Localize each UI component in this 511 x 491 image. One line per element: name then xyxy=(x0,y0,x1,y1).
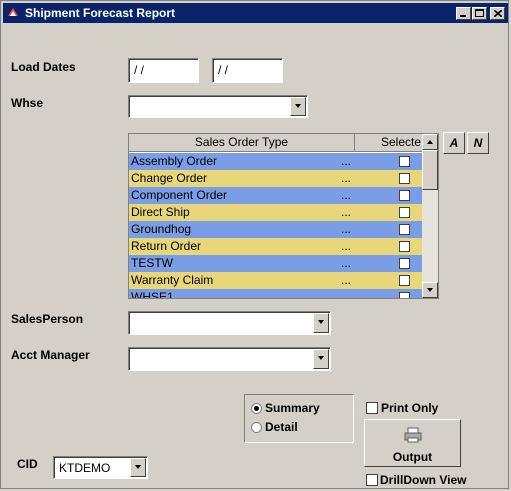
row-more-button[interactable]: ... xyxy=(341,272,351,289)
cid-dropdown-button[interactable] xyxy=(130,458,146,477)
table-row[interactable]: Direct Ship... xyxy=(129,204,422,221)
row-selected-checkbox[interactable] xyxy=(399,156,410,167)
row-selected-checkbox[interactable] xyxy=(399,241,410,252)
output-button[interactable]: Output xyxy=(364,419,461,467)
summary-label[interactable]: Summary xyxy=(265,401,320,415)
sales-order-type-grid[interactable]: Sales Order Type Selecte Assembly Order.… xyxy=(128,133,439,299)
load-dates-label: Load Dates xyxy=(11,60,76,74)
row-more-button[interactable]: ... xyxy=(341,221,351,238)
row-more-button[interactable]: ... xyxy=(341,187,351,204)
window-title: Shipment Forecast Report xyxy=(25,6,176,20)
row-more-button[interactable]: ... xyxy=(341,255,351,272)
sales-order-type-cell: WHSE1 xyxy=(131,290,174,299)
table-row[interactable]: TESTW... xyxy=(129,255,422,272)
row-more-button[interactable]: ... xyxy=(341,153,351,170)
drilldown-checkbox[interactable] xyxy=(366,474,378,486)
row-selected-checkbox[interactable] xyxy=(399,173,410,184)
table-row[interactable]: Change Order... xyxy=(129,170,422,187)
drilldown-label[interactable]: DrillDown View xyxy=(380,473,466,487)
summary-radio[interactable] xyxy=(251,403,262,414)
acct-manager-label: Acct Manager xyxy=(11,348,90,362)
sales-order-type-cell: Direct Ship xyxy=(131,205,190,219)
row-more-button[interactable]: ... xyxy=(341,204,351,221)
table-row[interactable]: Assembly Order... xyxy=(129,153,422,170)
whse-select[interactable] xyxy=(128,95,308,118)
maximize-button[interactable] xyxy=(472,7,487,20)
output-button-label: Output xyxy=(392,450,433,464)
row-selected-checkbox[interactable] xyxy=(399,275,410,286)
salesperson-label: SalesPerson xyxy=(11,312,84,326)
load-date-from-value: / / xyxy=(134,63,145,77)
select-none-button[interactable]: N xyxy=(467,132,489,154)
table-row[interactable]: Component Order... xyxy=(129,187,422,204)
app-icon xyxy=(7,6,19,18)
scroll-down-button[interactable] xyxy=(422,282,438,298)
detail-radio[interactable] xyxy=(251,422,262,433)
table-row[interactable]: Warranty Claim... xyxy=(129,272,422,289)
table-row[interactable]: Groundhog... xyxy=(129,221,422,238)
row-selected-checkbox[interactable] xyxy=(399,292,410,298)
column-header-sales-order-type[interactable]: Sales Order Type xyxy=(129,134,355,151)
load-date-to-field[interactable]: / / xyxy=(212,58,283,83)
salesperson-dropdown-button[interactable] xyxy=(313,313,329,333)
sales-order-type-cell: Groundhog xyxy=(131,222,192,236)
acct-manager-dropdown-button[interactable] xyxy=(313,349,329,369)
row-selected-checkbox[interactable] xyxy=(399,224,410,235)
row-more-button[interactable]: ... xyxy=(341,289,351,298)
load-date-from-field[interactable]: / / xyxy=(128,58,199,83)
row-more-button[interactable]: ... xyxy=(341,238,351,255)
grid-header: Sales Order Type Selecte xyxy=(129,134,422,152)
whse-label: Whse xyxy=(11,96,44,110)
sales-order-type-cell: Change Order xyxy=(131,171,208,185)
sales-order-type-cell: Assembly Order xyxy=(131,154,218,168)
scroll-up-button[interactable] xyxy=(422,134,438,150)
sales-order-type-cell: TESTW xyxy=(131,256,173,270)
close-button[interactable] xyxy=(490,7,505,20)
minimize-button[interactable] xyxy=(456,7,471,20)
print-only-checkbox[interactable] xyxy=(366,402,378,414)
printer-icon xyxy=(404,427,422,443)
close-icon xyxy=(494,10,502,17)
grid-vertical-scrollbar[interactable] xyxy=(422,134,438,298)
whse-dropdown-button[interactable] xyxy=(290,97,306,116)
sales-order-type-cell: Warranty Claim xyxy=(131,273,214,287)
acct-manager-select[interactable] xyxy=(128,347,331,371)
column-header-selected[interactable]: Selecte xyxy=(355,134,421,151)
print-only-label[interactable]: Print Only xyxy=(381,401,438,415)
cid-select[interactable]: KTDEMO xyxy=(53,456,148,479)
row-selected-checkbox[interactable] xyxy=(399,258,410,269)
cid-label: CID xyxy=(17,457,38,471)
row-selected-checkbox[interactable] xyxy=(399,207,410,218)
sales-order-type-cell: Component Order xyxy=(131,188,228,202)
scroll-thumb[interactable] xyxy=(422,150,438,190)
row-selected-checkbox[interactable] xyxy=(399,190,410,201)
report-window: Shipment Forecast Report Load Dates / / … xyxy=(0,0,509,489)
table-row[interactable]: Return Order... xyxy=(129,238,422,255)
load-date-to-value: / / xyxy=(218,63,229,77)
row-more-button[interactable]: ... xyxy=(341,170,351,187)
salesperson-select[interactable] xyxy=(128,311,331,335)
select-all-button[interactable]: A xyxy=(443,132,465,154)
detail-label[interactable]: Detail xyxy=(265,420,298,434)
title-bar: Shipment Forecast Report xyxy=(3,3,508,23)
sales-order-type-cell: Return Order xyxy=(131,239,202,253)
cid-value: KTDEMO xyxy=(59,461,111,475)
table-row[interactable]: WHSE1... xyxy=(129,289,422,299)
